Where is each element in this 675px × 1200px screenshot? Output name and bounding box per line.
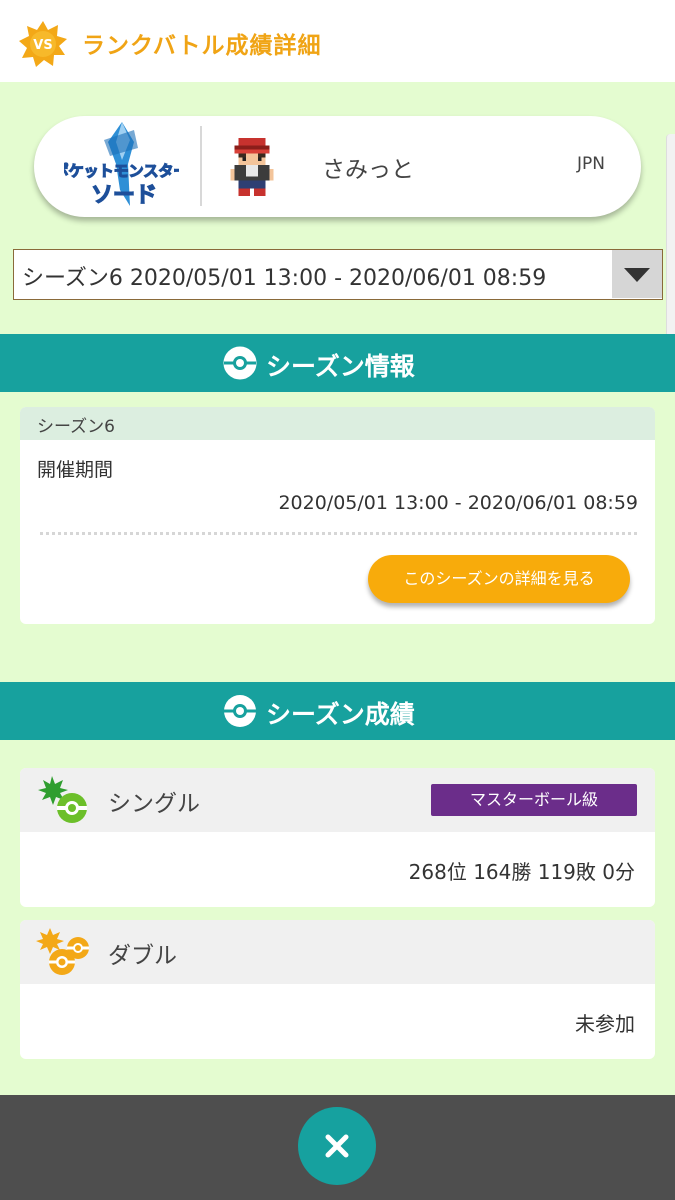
single-label: シングル — [108, 791, 200, 817]
trainer-name: さみっと — [322, 157, 414, 183]
game-logo-icon: ポケットモンスター ソード — [64, 122, 179, 209]
logo-subtitle-text: ソード — [91, 183, 157, 208]
close-icon — [325, 1134, 349, 1158]
rank-badge: マスターボール級 — [431, 784, 637, 816]
season-select[interactable]: シーズン6 2020/05/01 13:00 - 2020/06/01 08:5… — [13, 249, 663, 300]
trainer-area: ポケットモンスター ソード さみっと JPN シーズン6 2020/05/01 … — [0, 82, 675, 356]
season-results-title: シーズン成績 — [266, 700, 415, 729]
page-title: ランクバトル成績詳細 — [82, 33, 322, 59]
single-result-header: シングル マスターボール級 — [20, 768, 655, 832]
trainer-card: ポケットモンスター ソード さみっと JPN — [34, 116, 641, 217]
season-info-card: シーズン6 開催期間 2020/05/01 13:00 - 2020/06/01… — [20, 407, 655, 624]
season-results-header: シーズン成績 — [0, 682, 675, 740]
app-header: VS ランクバトル成績詳細 — [0, 0, 675, 82]
double-result-header: ダブル — [20, 920, 655, 984]
footer-bar — [0, 1095, 675, 1200]
pokeball-icon — [224, 695, 256, 727]
logo-title-text: ポケットモンスター — [64, 162, 179, 180]
close-button[interactable] — [298, 1107, 376, 1185]
season-card-header: シーズン6 — [20, 407, 655, 440]
season-info-title: シーズン情報 — [266, 352, 415, 381]
season-detail-button[interactable]: このシーズンの詳細を見る — [368, 555, 630, 603]
double-result: 未参加 — [575, 1012, 635, 1036]
period-value: 2020/05/01 13:00 - 2020/06/01 08:59 — [278, 492, 638, 514]
single-battle-icon — [38, 776, 87, 823]
double-battle-icon — [36, 928, 89, 975]
vs-badge-icon: VS — [19, 21, 67, 67]
double-result-card: ダブル 未参加 — [20, 920, 655, 1059]
dropdown-arrow-icon[interactable] — [612, 250, 662, 298]
card-divider — [200, 126, 202, 206]
season-select-value: シーズン6 2020/05/01 13:00 - 2020/06/01 08:5… — [22, 266, 547, 291]
single-result: 268位 164勝 119敗 0分 — [408, 860, 635, 884]
vs-badge-text: VS — [33, 38, 52, 53]
double-label: ダブル — [108, 943, 177, 969]
period-label: 開催期間 — [37, 459, 114, 481]
scrollbar[interactable] — [666, 134, 675, 356]
divider — [40, 532, 637, 535]
pokeball-icon — [223, 346, 257, 380]
single-result-card: シングル マスターボール級 268位 164勝 119敗 0分 — [20, 768, 655, 907]
trainer-region: JPN — [577, 154, 605, 174]
trainer-avatar — [230, 138, 274, 196]
season-name: シーズン6 — [37, 417, 115, 437]
season-info-header: シーズン情報 — [0, 334, 675, 392]
